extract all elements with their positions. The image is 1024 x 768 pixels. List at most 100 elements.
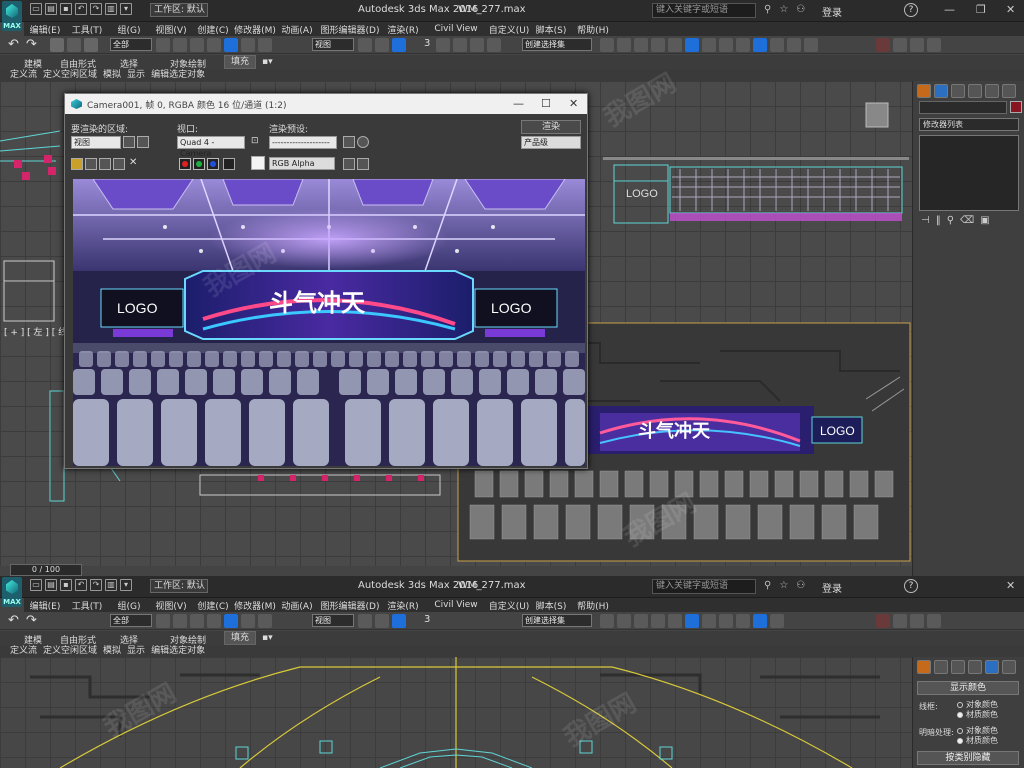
named-selection-dropdown-2[interactable]: 创建选择集	[522, 614, 592, 627]
mirror-icon[interactable]	[600, 38, 614, 52]
layer-icon[interactable]	[634, 38, 648, 52]
app-logo[interactable]: MAX	[2, 1, 22, 31]
material-editor-icon[interactable]	[719, 38, 733, 52]
menu-item[interactable]: 工具(T)	[66, 599, 108, 612]
login-button-2[interactable]: 登录	[822, 580, 842, 595]
rotate-icon-2[interactable]	[241, 614, 255, 628]
star-icon-2[interactable]: ☆	[779, 580, 788, 591]
scene-explorer-icon[interactable]	[651, 38, 665, 52]
select-manipulate-icon[interactable]	[375, 38, 389, 52]
mirror-icon-2[interactable]	[600, 614, 614, 628]
star-icon[interactable]: ☆	[779, 4, 788, 15]
create-tab-icon[interactable]	[917, 84, 931, 98]
container-icon[interactable]	[893, 38, 907, 52]
make-unique-icon[interactable]: ⚲	[947, 215, 954, 226]
rendered-image[interactable]: LOGO LOGO 斗气冲天	[73, 179, 585, 466]
top-viewport[interactable]	[0, 657, 912, 768]
create-tab-icon-2[interactable]	[917, 660, 931, 674]
save-icon-2[interactable]: ▪	[60, 579, 72, 591]
environment-effects-icon[interactable]	[357, 136, 369, 148]
simulate-button-2[interactable]: 模拟	[103, 645, 121, 657]
menu-item[interactable]: 修改器(M)	[234, 23, 276, 36]
menu-item[interactable]: 编辑(E)	[24, 599, 66, 612]
menu-item[interactable]: 自定义(U)	[488, 599, 530, 612]
modifier-list-dropdown[interactable]: 修改器列表	[919, 118, 1019, 131]
render-iterative-icon[interactable]	[787, 38, 801, 52]
display-button[interactable]: 显示	[127, 69, 145, 81]
render-mode-dropdown[interactable]: 产品级	[521, 136, 581, 149]
undo-arrow-icon[interactable]: ↶	[8, 37, 19, 52]
new-file-icon-2[interactable]: ▭	[30, 579, 42, 591]
green-channel-icon[interactable]	[193, 158, 205, 170]
move-icon-2[interactable]	[224, 614, 238, 628]
menu-item[interactable]: 视图(V)	[150, 23, 192, 36]
search-icon[interactable]: ⚲	[764, 4, 771, 15]
populate-icon[interactable]	[927, 38, 941, 52]
menu-item[interactable]: 组(G)	[108, 23, 150, 36]
red-channel-icon[interactable]	[179, 158, 191, 170]
select-object-icon-2[interactable]	[156, 614, 170, 628]
display-tab-icon[interactable]	[985, 84, 999, 98]
menu-item[interactable]: 渲染(R)	[382, 599, 424, 612]
select-object-icon[interactable]	[156, 38, 170, 52]
minimize-icon[interactable]: —	[944, 3, 955, 16]
open-file-icon[interactable]: ▤	[45, 3, 57, 15]
menu-item[interactable]: 编辑(E)	[24, 23, 66, 36]
remove-modifier-icon[interactable]: ⌫	[960, 215, 974, 226]
redo-icon[interactable]: ↷	[90, 3, 102, 15]
hierarchy-tab-icon-2[interactable]	[951, 660, 965, 674]
particle-view-icon[interactable]	[910, 38, 924, 52]
rect-selection-icon-2[interactable]	[190, 614, 204, 628]
dropdown-icon-2[interactable]: ▾	[120, 579, 132, 591]
time-slider[interactable]: 0 / 100	[10, 564, 82, 576]
render-maximize-icon[interactable]: ☐	[541, 97, 551, 110]
help-icon-2[interactable]: ?	[904, 579, 918, 593]
snaps-toggle-2[interactable]: 3	[424, 614, 430, 625]
menu-item[interactable]: 视图(V)	[150, 599, 192, 612]
menu-item[interactable]: 图形编辑器(D)	[318, 23, 382, 36]
keyboard-shortcut-icon-2[interactable]	[392, 614, 406, 628]
wireframe-material-color[interactable]: 材质颜色	[957, 709, 998, 720]
rotate-icon[interactable]	[241, 38, 255, 52]
scene-explorer-icon-2[interactable]	[651, 614, 665, 628]
display-button-2[interactable]: 显示	[127, 645, 145, 657]
select-manipulate-icon-2[interactable]	[375, 614, 389, 628]
menu-item[interactable]: 修改器(M)	[234, 599, 276, 612]
xref-icon-2[interactable]	[876, 614, 890, 628]
menu-item[interactable]: 渲染(R)	[382, 23, 424, 36]
rendered-frame-icon-2[interactable]	[753, 614, 767, 628]
lock-viewport-icon[interactable]: ⊡	[251, 136, 259, 146]
menu-item[interactable]: 创建(C)	[192, 23, 234, 36]
move-icon[interactable]	[224, 38, 238, 52]
render-preset-dropdown[interactable]: --------------------	[269, 136, 337, 149]
undo-icon[interactable]: ↶	[75, 3, 87, 15]
define-flow-button-2[interactable]: 定义流	[10, 645, 37, 657]
menu-item[interactable]: 动画(A)	[276, 23, 318, 36]
redo-arrow-icon-2[interactable]: ↷	[26, 613, 37, 628]
selection-filter-dropdown-2[interactable]: 全部	[110, 614, 152, 627]
render-setup-small-icon[interactable]	[343, 136, 355, 148]
display-channel-dropdown[interactable]: RGB Alpha	[269, 157, 335, 170]
menu-item[interactable]: 脚本(S)	[530, 599, 572, 612]
hide-by-category-rollout[interactable]: 按类别隐藏	[917, 751, 1019, 765]
align-icon-2[interactable]	[617, 614, 631, 628]
menu-item[interactable]: 脚本(S)	[530, 23, 572, 36]
scale-icon[interactable]	[258, 38, 272, 52]
project-folder-icon-2[interactable]: ▥	[105, 579, 117, 591]
select-by-name-icon-2[interactable]	[173, 614, 187, 628]
restore-icon[interactable]: ❐	[976, 3, 986, 16]
search-input-2[interactable]: 键入关键字或短语	[652, 579, 756, 594]
search-input[interactable]: 键入关键字或短语	[652, 3, 756, 18]
render-cloud-icon[interactable]	[804, 38, 818, 52]
menu-item[interactable]: 帮助(H)	[572, 599, 614, 612]
object-name-input[interactable]	[919, 101, 1007, 114]
hierarchy-tab-icon[interactable]	[951, 84, 965, 98]
configure-sets-icon[interactable]: ▣	[980, 215, 989, 226]
project-folder-icon[interactable]: ▥	[105, 3, 117, 15]
align-icon[interactable]	[617, 38, 631, 52]
render-minimize-icon[interactable]: —	[513, 97, 524, 110]
schematic-view-icon[interactable]	[702, 38, 716, 52]
user-icon[interactable]: ⚇	[796, 4, 805, 15]
display-color-rollout[interactable]: 显示颜色	[917, 681, 1019, 695]
keyboard-shortcut-icon[interactable]	[392, 38, 406, 52]
